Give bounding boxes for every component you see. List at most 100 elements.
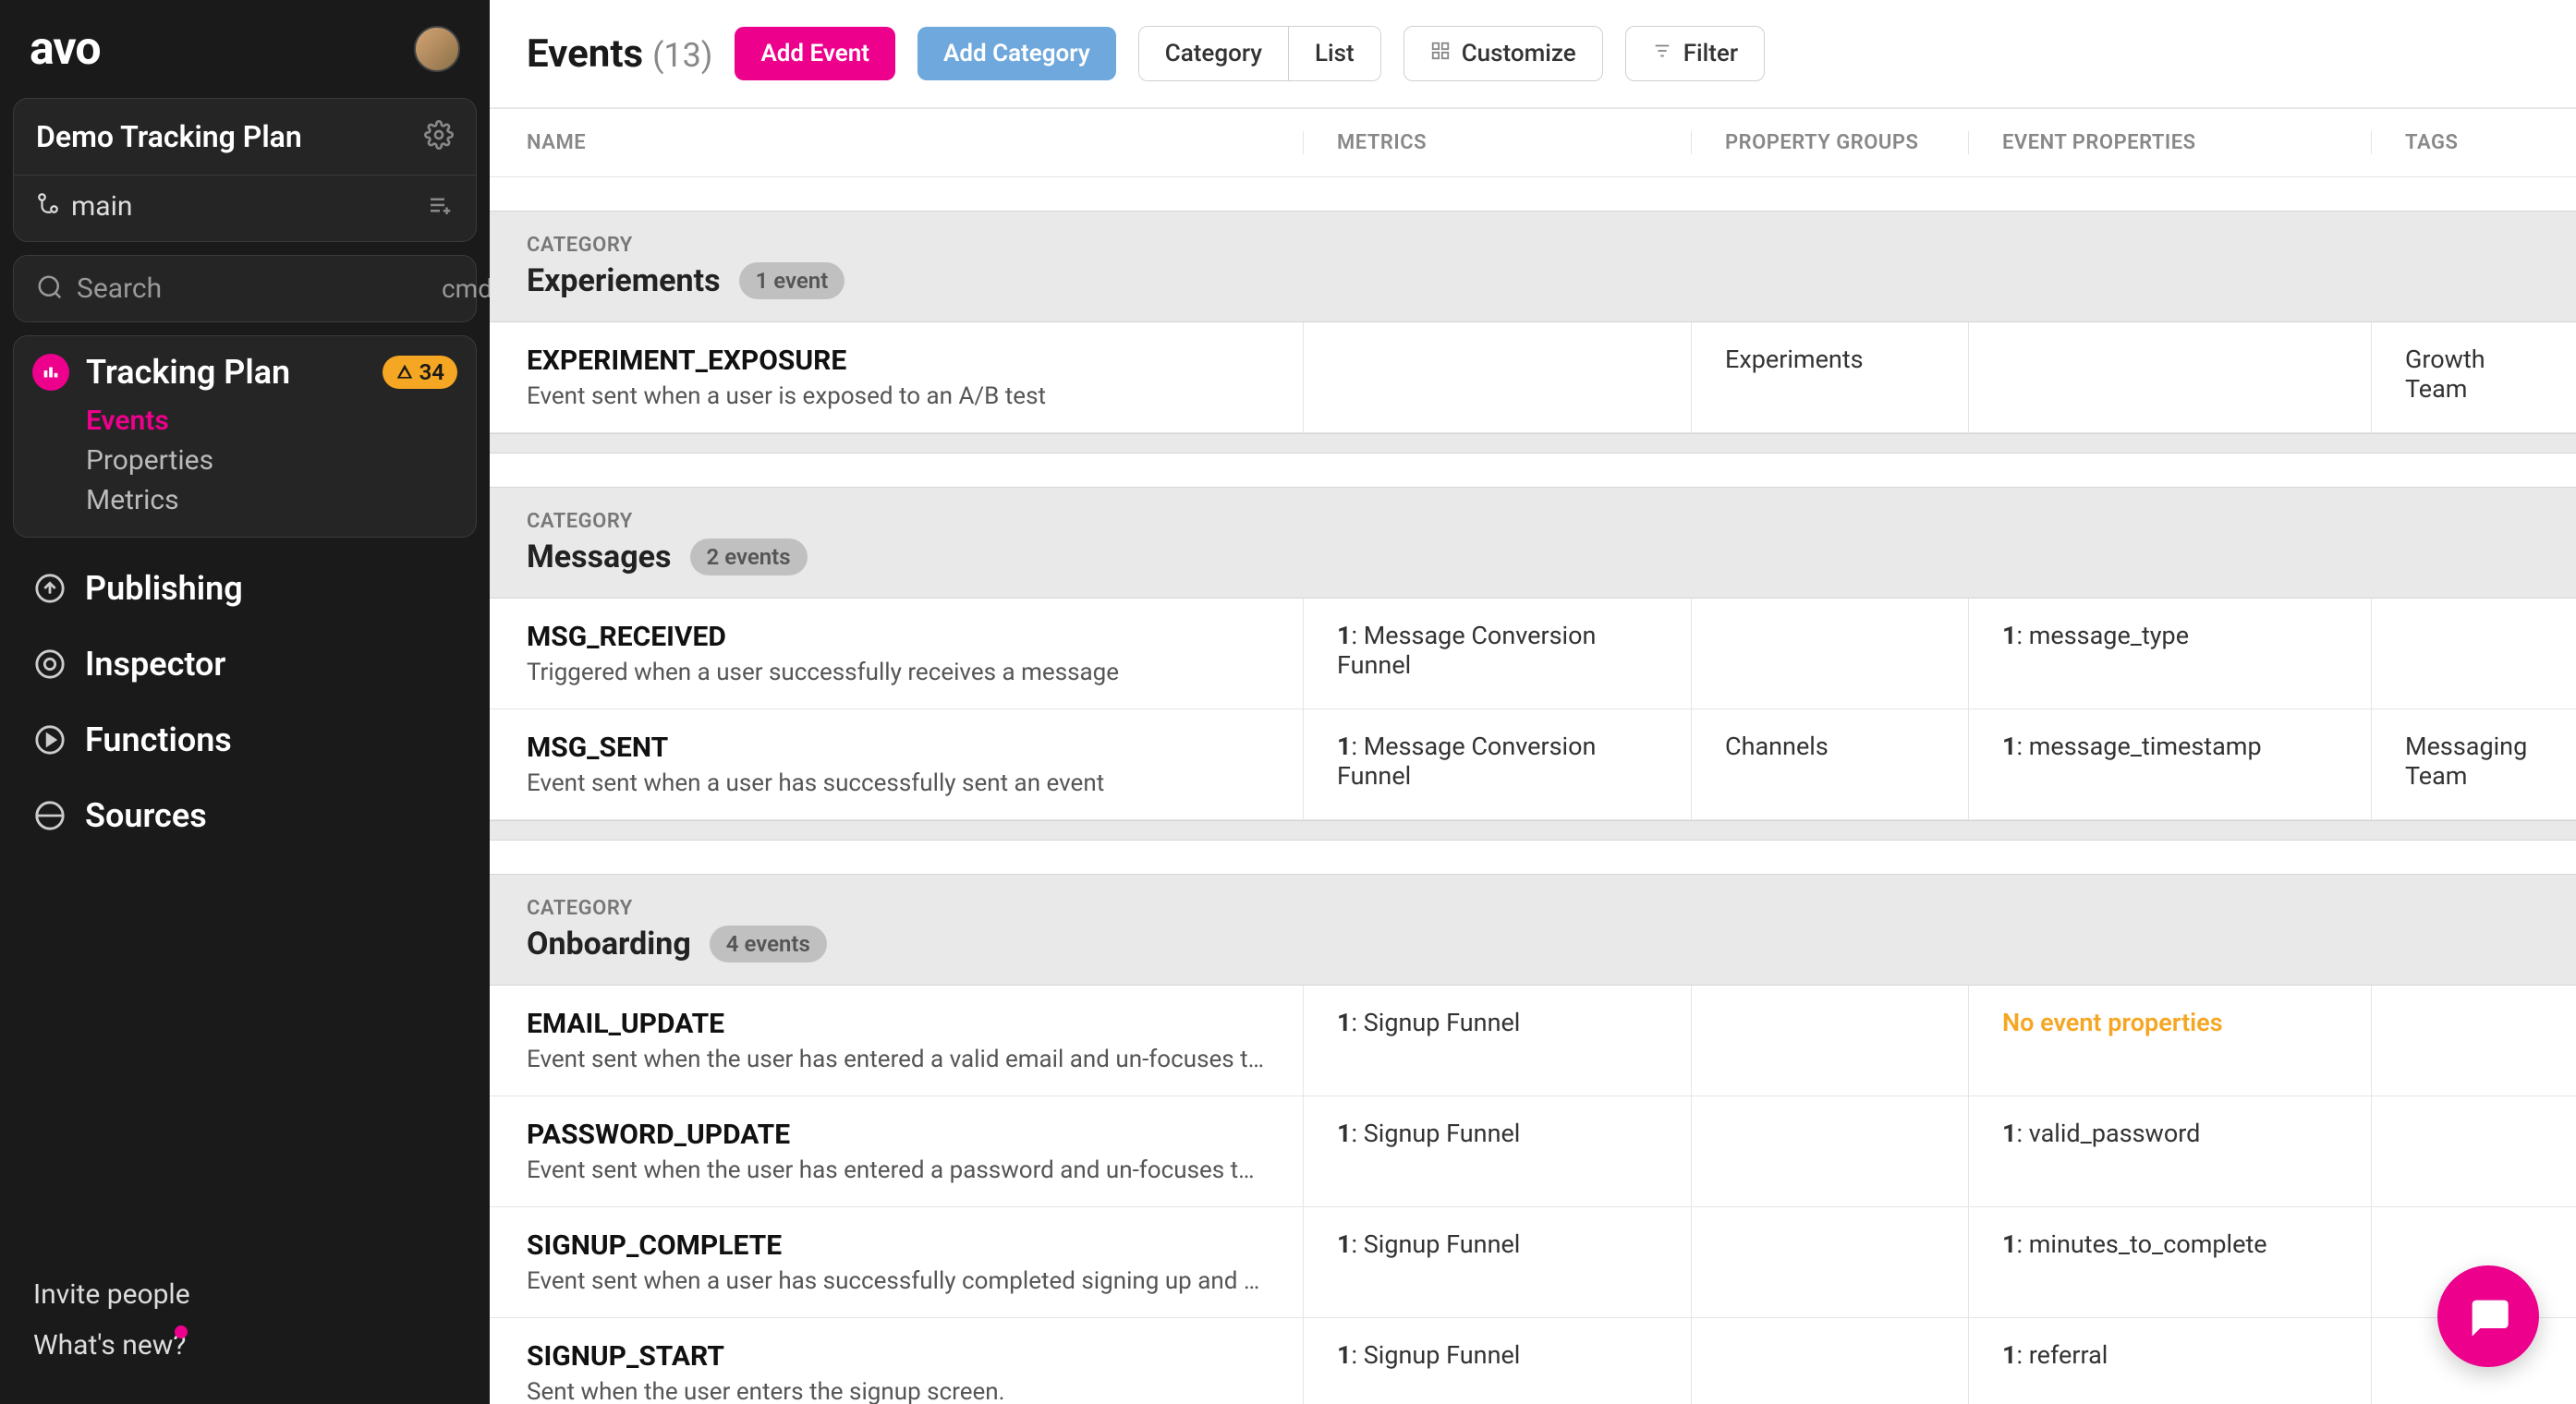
col-tags: TAGS bbox=[2371, 131, 2576, 154]
page-title: Events (13) bbox=[527, 31, 712, 77]
event-name: PASSWORD_UPDATE bbox=[527, 1119, 1270, 1151]
event-property-groups bbox=[1691, 1096, 1968, 1206]
category-header[interactable]: CATEGORYMessages2 events bbox=[490, 487, 2576, 599]
event-name: SIGNUP_COMPLETE bbox=[527, 1229, 1270, 1262]
event-description: Event sent when the user has entered a p… bbox=[527, 1156, 1266, 1184]
plan-name[interactable]: Demo Tracking Plan bbox=[36, 119, 302, 154]
event-properties: 1: minutes_to_complete bbox=[1968, 1207, 2371, 1317]
event-description: Event sent when a user has successfully … bbox=[527, 769, 1266, 797]
category-block: CATEGORYOnboarding4 events EMAIL_UPDATE Ev… bbox=[490, 874, 2576, 1404]
event-properties bbox=[1968, 322, 2371, 432]
invite-people-link[interactable]: Invite people bbox=[33, 1269, 456, 1320]
event-property-groups bbox=[1691, 1207, 1968, 1317]
event-property-groups bbox=[1691, 986, 1968, 1095]
sidebar: avo Demo Tracking Plan main bbox=[0, 0, 490, 1404]
event-description: Sent when the user enters the signup scr… bbox=[527, 1378, 1266, 1404]
search-icon bbox=[36, 273, 64, 305]
table-header: NAME METRICS PROPERTY GROUPS EVENT PROPE… bbox=[490, 108, 2576, 177]
globe-icon bbox=[33, 799, 67, 832]
nav-sources[interactable]: Sources bbox=[13, 778, 477, 853]
search-input[interactable] bbox=[77, 272, 429, 305]
filter-button[interactable]: Filter bbox=[1625, 26, 1765, 81]
category-block: CATEGORYMessages2 events MSG_RECEIVED Trig… bbox=[490, 487, 2576, 841]
nav-publishing[interactable]: Publishing bbox=[13, 551, 477, 626]
event-property-groups: Experiments bbox=[1691, 322, 1968, 432]
event-properties: 1: message_type bbox=[1968, 599, 2371, 708]
search-box[interactable]: cmd+f bbox=[13, 255, 477, 322]
plan-card: Demo Tracking Plan main bbox=[13, 98, 477, 242]
subnav-events[interactable]: Events bbox=[86, 405, 457, 437]
event-row[interactable]: MSG_RECEIVED Triggered when a user succes… bbox=[490, 599, 2576, 709]
event-row[interactable]: MSG_SENT Event sent when a user has succe… bbox=[490, 709, 2576, 820]
event-property-groups bbox=[1691, 1318, 1968, 1404]
event-description: Event sent when the user has entered a v… bbox=[527, 1046, 1266, 1073]
branch-icon bbox=[36, 190, 60, 223]
customize-icon bbox=[1430, 40, 1451, 67]
event-properties: 1: message_timestamp bbox=[1968, 709, 2371, 819]
warning-badge[interactable]: 34 bbox=[383, 356, 457, 389]
col-event-properties: EVENT PROPERTIES bbox=[1968, 131, 2371, 154]
new-branch-icon[interactable] bbox=[426, 191, 454, 223]
event-name: EMAIL_UPDATE bbox=[527, 1008, 1270, 1040]
view-list-button[interactable]: List bbox=[1288, 27, 1380, 80]
nav-inspector[interactable]: Inspector bbox=[13, 626, 477, 702]
whats-new-link[interactable]: What's new? bbox=[33, 1320, 186, 1371]
event-properties: 1: referral bbox=[1968, 1318, 2371, 1404]
event-tags: Growth Team bbox=[2371, 322, 2576, 432]
nav-functions[interactable]: Functions bbox=[13, 702, 477, 778]
event-name: MSG_SENT bbox=[527, 732, 1270, 764]
event-tags bbox=[2371, 1096, 2576, 1206]
event-metrics: 1: Message Conversion Funnel bbox=[1303, 709, 1691, 819]
category-header[interactable]: CATEGORYExperiements1 event bbox=[490, 211, 2576, 322]
event-tags: Messaging Team bbox=[2371, 709, 2576, 819]
event-row[interactable]: SIGNUP_START Sent when the user enters th… bbox=[490, 1318, 2576, 1404]
event-metrics: 1: Signup Funnel bbox=[1303, 1096, 1691, 1206]
event-metrics bbox=[1303, 322, 1691, 432]
view-toggle: Category List bbox=[1138, 26, 1381, 81]
event-count-pill: 1 event bbox=[739, 262, 845, 299]
event-description: Triggered when a user successfully recei… bbox=[527, 659, 1266, 686]
upload-icon bbox=[33, 572, 67, 605]
toolbar: Events (13) Add Event Add Category Categ… bbox=[490, 0, 2576, 107]
tracking-plan-group: Tracking Plan 34 Events Properties Metrics bbox=[13, 335, 477, 538]
main-content: Events (13) Add Event Add Category Categ… bbox=[490, 0, 2576, 1404]
avatar[interactable] bbox=[414, 26, 460, 72]
event-metrics: 1: Signup Funnel bbox=[1303, 986, 1691, 1095]
add-category-button[interactable]: Add Category bbox=[917, 27, 1116, 80]
event-row[interactable]: PASSWORD_UPDATE Event sent when the user … bbox=[490, 1096, 2576, 1207]
tracking-plan-icon bbox=[32, 354, 69, 391]
filter-icon bbox=[1652, 40, 1672, 67]
event-metrics: 1: Signup Funnel bbox=[1303, 1207, 1691, 1317]
subnav-metrics[interactable]: Metrics bbox=[86, 484, 457, 516]
category-header[interactable]: CATEGORYOnboarding4 events bbox=[490, 874, 2576, 986]
event-properties: No event properties bbox=[1968, 986, 2371, 1095]
play-icon bbox=[33, 723, 67, 756]
event-description: Event sent when a user is exposed to an … bbox=[527, 382, 1266, 410]
event-name: SIGNUP_START bbox=[527, 1340, 1270, 1373]
tracking-plan-title[interactable]: Tracking Plan bbox=[86, 353, 290, 392]
gear-icon[interactable] bbox=[424, 120, 454, 153]
subnav-properties[interactable]: Properties bbox=[86, 444, 457, 477]
category-block: CATEGORYExperiements1 eventEXPERIMENT_EX… bbox=[490, 211, 2576, 454]
event-tags bbox=[2371, 599, 2576, 708]
logo[interactable]: avo bbox=[30, 22, 101, 76]
target-icon bbox=[33, 648, 67, 681]
chat-fab[interactable] bbox=[2437, 1265, 2539, 1367]
event-property-groups bbox=[1691, 599, 1968, 708]
event-properties: 1: valid_password bbox=[1968, 1096, 2371, 1206]
customize-button[interactable]: Customize bbox=[1403, 26, 1603, 81]
event-name: MSG_RECEIVED bbox=[527, 621, 1270, 653]
col-metrics: METRICS bbox=[1303, 131, 1691, 154]
category-footer bbox=[490, 433, 2576, 454]
category-footer bbox=[490, 820, 2576, 841]
event-name: EXPERIMENT_EXPOSURE bbox=[527, 345, 1270, 377]
event-count-pill: 2 events bbox=[690, 539, 808, 575]
event-row[interactable]: SIGNUP_COMPLETEEvent sent when a user ha… bbox=[490, 1207, 2576, 1318]
branch-name[interactable]: main bbox=[71, 190, 133, 223]
add-event-button[interactable]: Add Event bbox=[735, 27, 895, 80]
event-count: (13) bbox=[652, 36, 712, 75]
view-category-button[interactable]: Category bbox=[1139, 27, 1288, 80]
event-row[interactable]: EXPERIMENT_EXPOSURE Event sent when a use… bbox=[490, 322, 2576, 433]
event-property-groups: Channels bbox=[1691, 709, 1968, 819]
event-row[interactable]: EMAIL_UPDATE Event sent when the user has… bbox=[490, 986, 2576, 1096]
